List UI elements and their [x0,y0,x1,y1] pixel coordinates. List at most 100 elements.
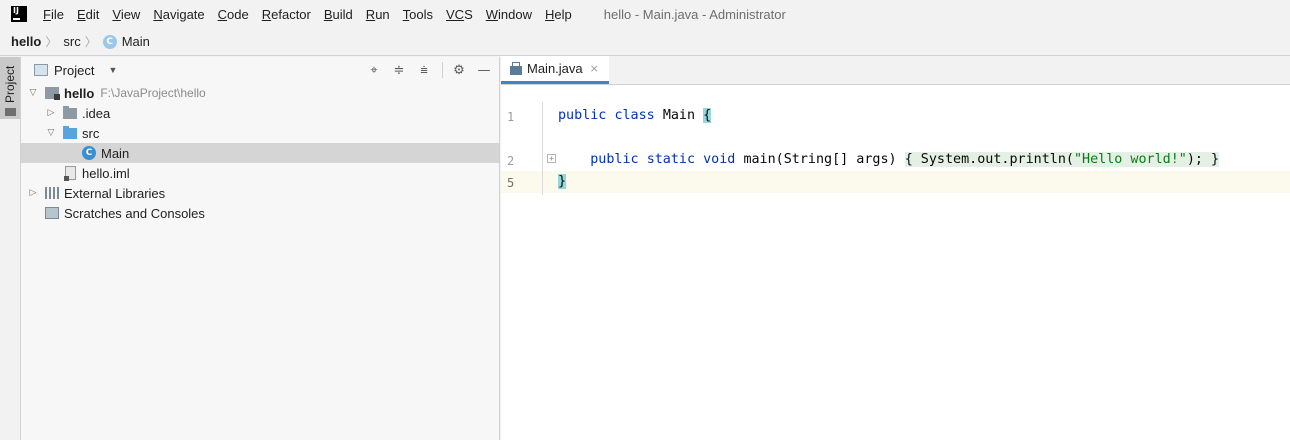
menu-help-label: elp [554,6,572,22]
tree-item-external-libraries[interactable]: ▷ External Libraries [21,183,499,203]
menu-vcs-mnemonic: VC [446,6,465,22]
project-panel: Project ▼ ⌖ ≑ ⩧ ⚙ — ▽ hello F:\JavaProje… [21,57,500,440]
code-call: System.out.println( [912,152,1074,167]
tree-item-label: Scratches and Consoles [64,205,205,221]
tree-item-hello-module[interactable]: ▽ hello F:\JavaProject\hello [21,83,499,103]
tab-main-java[interactable]: Main.java × [501,56,609,84]
chevron-down-icon[interactable]: ▽ [27,88,39,98]
code-keyword: static [646,152,696,167]
minimize-icon[interactable]: — [475,61,493,79]
breadcrumb-item-hello[interactable]: hello [11,34,41,49]
module-folder-icon [45,87,60,100]
menu-build-label: uild [332,6,353,22]
folded-region[interactable]: { System.out.println("Hello world!"); } [904,152,1220,167]
collapse-all-icon[interactable]: ⩧ [415,61,433,79]
menu-file-mnemonic: F [43,6,51,22]
left-tool-stripe: Project [0,57,21,440]
tree-item-label: Main [101,145,130,161]
menu-navigate-mnemonic: N [153,6,163,22]
project-panel-header: Project ▼ ⌖ ≑ ⩧ ⚙ — [21,57,499,83]
menu-code-mnemonic: C [217,6,228,22]
tree-item-label: hello [64,85,95,101]
menu-tools-label: ools [409,6,434,22]
line-number-gutter: 1 2 5 [501,86,542,440]
fold-guide [542,102,543,195]
tree-item-scratches[interactable]: Scratches and Consoles [21,203,499,223]
scratches-icon [45,207,59,219]
project-view-icon [34,64,48,76]
expand-all-icon[interactable]: ≑ [390,61,408,79]
menu-window-mnemonic: W [485,6,499,22]
project-panel-title[interactable]: Project [54,63,94,78]
menu-window-label: indow [498,6,532,22]
menu-window[interactable]: Window [486,7,532,22]
code-class-name: Main [662,108,704,123]
menu-help[interactable]: Help [545,7,572,22]
tree-item-main[interactable]: C Main [21,143,499,163]
module-path: F:\JavaProject\hello [100,86,206,100]
code-editor[interactable]: 1 2 5 + public class Main { public stati… [501,86,1290,440]
code-line-3: } [558,174,567,189]
menu-build[interactable]: Build [324,7,353,22]
menu-file-label: ile [50,6,64,22]
menu-refactor-label: efactor [271,6,311,22]
line-number: 1 [507,110,515,124]
tree-item-idea[interactable]: ▷ .idea [21,103,499,123]
project-tree: ▽ hello F:\JavaProject\hello ▷ .idea ▽ s… [21,83,499,223]
menu-tools[interactable]: Tools [403,7,433,22]
menu-navigate[interactable]: Navigate [153,7,204,22]
code-keyword: class [614,108,655,123]
breadcrumb-item-src[interactable]: src [63,34,80,49]
breadcrumb-item-main-label: Main [121,33,150,49]
locate-crosshair-icon[interactable]: ⌖ [365,61,383,79]
tree-item-src[interactable]: ▽ src [21,123,499,143]
menu-build-mnemonic: B [323,6,333,22]
source-folder-icon [63,125,77,139]
tree-item-label: hello.iml [82,165,130,181]
menu-view[interactable]: View [112,7,140,22]
fold-expand-icon[interactable]: + [547,154,556,163]
code-string: "Hello world!" [1074,152,1187,167]
breadcrumb: hello 〉 src 〉 C Main [0,28,1290,56]
breadcrumb-item-main[interactable]: C Main [102,33,150,50]
chevron-down-icon[interactable]: ▽ [45,128,57,138]
code-method-signature: main(String[] args) [743,152,905,167]
code-brace: } [558,174,567,189]
code-keyword: public [590,152,639,167]
menu-run[interactable]: Run [366,7,390,22]
breadcrumb-separator-icon: 〉 [45,35,58,49]
project-tool-window-tab-label: Project [3,65,17,103]
menu-vcs[interactable]: VCS [446,7,473,22]
tree-item-label: src [82,125,100,141]
code-brace: } [1203,152,1220,167]
close-icon[interactable]: × [590,62,599,75]
java-file-icon [510,62,522,75]
menu-help-mnemonic: H [545,6,555,22]
chevron-right-icon[interactable]: ▷ [45,108,57,118]
menu-refactor[interactable]: Refactor [262,7,311,22]
java-class-icon: C [102,35,117,50]
menu-edit[interactable]: Edit [77,7,99,22]
tree-item-label: .idea [82,105,111,121]
menu-navigate-label: avigate [162,6,205,22]
intellij-logo-icon [11,6,27,22]
java-class-icon: C [82,146,96,160]
tree-item-hello-iml[interactable]: hello.iml [21,163,499,183]
code-keyword: void [703,152,736,167]
project-panel-actions: ⌖ ≑ ⩧ ⚙ — [358,61,493,79]
menu-file[interactable]: File [43,7,64,22]
chevron-down-icon[interactable]: ▼ [108,65,117,75]
menu-run-mnemonic: R [365,6,376,22]
caret-line-highlight [501,171,1290,193]
chevron-right-icon[interactable]: ▷ [27,188,39,198]
gear-icon[interactable]: ⚙ [450,61,468,79]
menu-vcs-label: S [464,6,473,22]
menu-edit-label: dit [85,6,100,22]
tab-label: Main.java [527,61,583,76]
folder-icon [5,108,16,116]
editor-tab-bar: Main.java × [501,56,1290,85]
window-title: hello - Main.java - Administrator [603,6,786,22]
code-call-end: ); [1186,152,1203,167]
module-file-icon [64,166,76,181]
menu-code[interactable]: Code [218,7,249,22]
